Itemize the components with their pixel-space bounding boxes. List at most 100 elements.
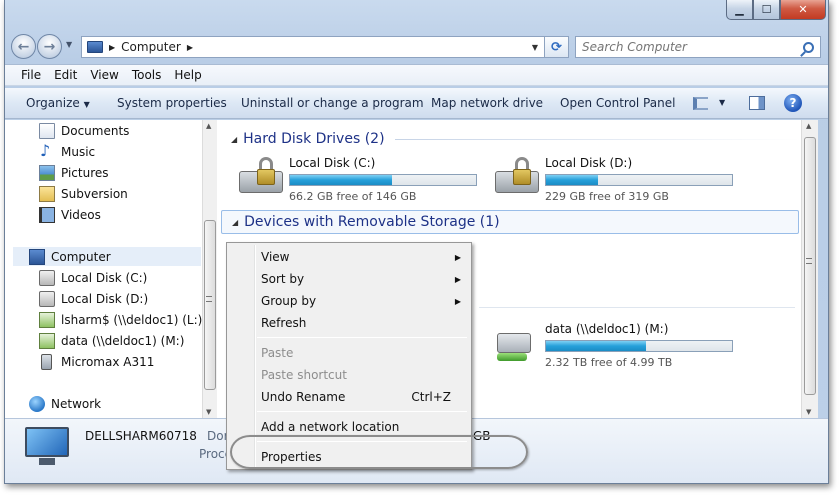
menu-tools[interactable]: Tools: [132, 68, 162, 82]
nav-label: Computer: [51, 249, 111, 264]
address-bar[interactable]: ▶ Computer ▶ ▼: [81, 36, 545, 58]
nav-item-network-drive-m[interactable]: data (\\deldoc1) (M:): [39, 331, 184, 350]
subversion-icon: [39, 185, 55, 202]
group-divider: [394, 138, 801, 140]
pictures-icon: [39, 164, 55, 181]
ctx-refresh[interactable]: Refresh: [229, 313, 469, 333]
collapse-icon[interactable]: ◢: [232, 218, 238, 227]
nav-item-documents[interactable]: Documents: [39, 121, 129, 140]
drive-item-m[interactable]: data (\\deldoc1) (M:) 2.32 TB free of 4.…: [493, 320, 739, 369]
nav-label: Documents: [61, 123, 130, 138]
drive-usage-bar: [289, 174, 477, 186]
search-box: [575, 36, 821, 58]
hard-drive-icon: [497, 333, 531, 353]
nav-item-videos[interactable]: Videos: [39, 205, 101, 224]
scroll-up-icon[interactable]: ▲: [206, 122, 211, 130]
menu-edit[interactable]: Edit: [54, 68, 77, 82]
computer-monitor-icon: [25, 427, 69, 457]
scroll-thumb[interactable]: [804, 137, 816, 395]
ctx-sort-by[interactable]: Sort by ▶: [229, 269, 469, 289]
drive-item-c[interactable]: Local Disk (C:) 66.2 GB free of 146 GB: [237, 154, 483, 203]
scroll-up-icon[interactable]: ▲: [806, 122, 811, 130]
documents-icon: [39, 122, 55, 139]
menu-view[interactable]: View: [90, 68, 118, 82]
organize-button[interactable]: Organize ▼: [26, 96, 90, 110]
nav-item-local-disk-d[interactable]: Local Disk (D:): [39, 289, 148, 308]
music-icon: [39, 141, 55, 160]
nav-item-music[interactable]: Music: [39, 141, 95, 161]
ctx-label: Paste: [261, 346, 294, 360]
ctx-add-network-location[interactable]: Add a network location: [229, 417, 469, 437]
ctx-separator: [257, 411, 467, 412]
menu-file[interactable]: File: [21, 68, 41, 82]
computer-icon: [87, 41, 103, 53]
search-icon[interactable]: [803, 41, 814, 53]
ctx-label: View: [261, 250, 290, 264]
breadcrumb-chevron-icon[interactable]: ▶: [109, 43, 115, 52]
drive-usage-bar: [545, 340, 733, 352]
drive-free-space: 2.32 TB free of 4.99 TB: [545, 356, 673, 369]
ctx-paste: Paste: [229, 343, 469, 363]
scroll-down-icon[interactable]: ▼: [806, 408, 811, 416]
ctx-undo-rename[interactable]: Undo Rename Ctrl+Z: [229, 387, 469, 407]
nav-item-network-drive-l[interactable]: lsharm$ (\\deldoc1) (L:): [39, 310, 202, 329]
group-header-removable[interactable]: ◢ Devices with Removable Storage (1): [221, 210, 799, 234]
group-header-hard-disks[interactable]: ◢ Hard Disk Drives (2): [217, 127, 801, 151]
more-views-dropdown-icon[interactable]: ▼: [719, 98, 725, 107]
maximize-button[interactable]: ☐: [753, 0, 780, 20]
search-input[interactable]: [582, 40, 792, 54]
collapse-icon[interactable]: ◢: [231, 135, 237, 144]
help-icon[interactable]: ?: [784, 94, 802, 112]
change-view-icon[interactable]: [693, 97, 708, 110]
group-title: Devices with Removable Storage (1): [244, 214, 500, 230]
ctx-label: Sort by: [261, 272, 305, 286]
nav-label: Network: [51, 396, 102, 411]
breadcrumb-computer[interactable]: Computer: [121, 40, 181, 54]
caption-buttons: ▁ ☐ ✕: [726, 0, 826, 20]
submenu-arrow-icon: ▶: [454, 252, 461, 262]
breadcrumb-chevron-icon[interactable]: ▶: [187, 43, 193, 52]
refresh-icon: ⟳: [551, 39, 562, 55]
ctx-group-by[interactable]: Group by ▶: [229, 291, 469, 311]
nav-label: Videos: [61, 207, 101, 222]
address-dropdown-icon[interactable]: ▼: [532, 43, 538, 52]
nav-label: Pictures: [61, 165, 109, 180]
open-control-panel-button[interactable]: Open Control Panel: [560, 96, 675, 110]
refresh-button[interactable]: ⟳: [545, 36, 569, 58]
menu-help[interactable]: Help: [174, 68, 201, 82]
ctx-view[interactable]: View ▶: [229, 247, 469, 267]
recent-pages-dropdown[interactable]: ▼: [66, 40, 72, 49]
nav-item-computer[interactable]: Computer: [13, 247, 201, 266]
minimize-button[interactable]: ▁: [726, 0, 753, 20]
properties-highlight-ring: [230, 435, 528, 469]
ctx-label: Refresh: [261, 316, 307, 330]
nav-pane-scrollbar[interactable]: ▲ ▼: [202, 120, 217, 418]
scroll-down-icon[interactable]: ▼: [206, 408, 211, 416]
nav-item-local-disk-c[interactable]: Local Disk (C:): [39, 268, 147, 287]
drive-name: Local Disk (C:): [289, 156, 376, 170]
nav-label: lsharm$ (\\deldoc1) (L:): [61, 312, 203, 327]
command-bar: Organize ▼ System properties Uninstall o…: [5, 88, 828, 119]
locked-drive-icon: [493, 157, 539, 195]
ctx-separator: [257, 337, 467, 338]
content-pane-scrollbar[interactable]: ▲ ▼: [801, 120, 818, 418]
nav-item-pictures[interactable]: Pictures: [39, 163, 109, 182]
scroll-thumb[interactable]: [204, 220, 216, 390]
uninstall-program-button[interactable]: Uninstall or change a program: [241, 96, 424, 110]
close-button[interactable]: ✕: [780, 0, 826, 20]
system-properties-button[interactable]: System properties: [117, 96, 227, 110]
map-network-drive-button[interactable]: Map network drive: [431, 96, 543, 110]
lock-icon: [257, 157, 275, 187]
back-button[interactable]: ←: [11, 34, 36, 59]
network-drive-icon: [39, 311, 55, 328]
network-cable-icon: [497, 353, 527, 361]
nav-item-micromax[interactable]: Micromax A311: [39, 352, 154, 371]
network-icon: [29, 395, 45, 412]
drive-item-d[interactable]: Local Disk (D:) 229 GB free of 319 GB: [493, 154, 739, 203]
arrow-left-icon: ←: [17, 38, 30, 55]
preview-pane-icon[interactable]: [749, 96, 765, 110]
nav-item-network[interactable]: Network: [29, 394, 101, 413]
nav-item-subversion[interactable]: Subversion: [39, 184, 128, 203]
monitor-stand: [39, 458, 55, 465]
forward-button[interactable]: →: [37, 34, 62, 59]
